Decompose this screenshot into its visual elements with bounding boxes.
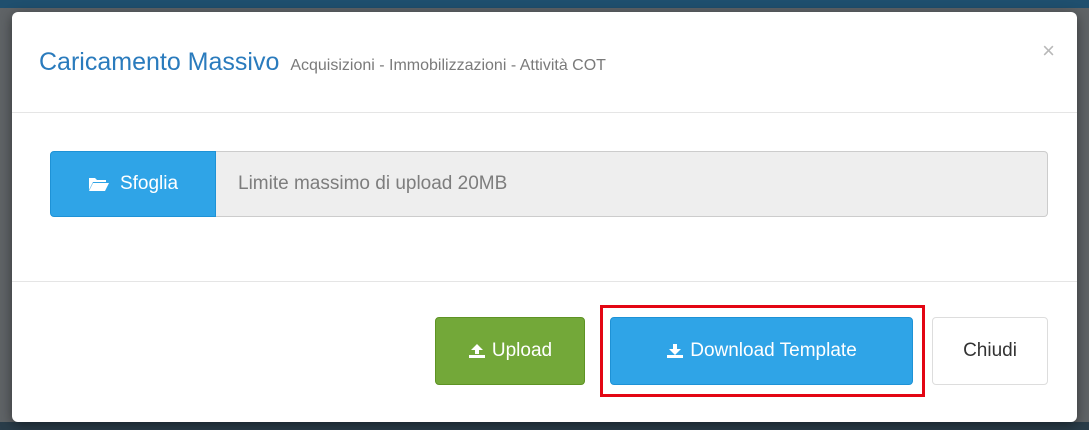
- download-icon: [666, 343, 684, 359]
- browse-button[interactable]: Sfoglia: [50, 151, 216, 217]
- backdrop-top: [0, 0, 1089, 8]
- modal-body: Sfoglia Limite massimo di upload 20MB: [12, 113, 1077, 282]
- download-template-button[interactable]: Download Template: [610, 317, 913, 385]
- backdrop-bottom: [0, 422, 1089, 430]
- file-path-placeholder: Limite massimo di upload 20MB: [238, 173, 508, 194]
- folder-open-icon: [88, 176, 110, 192]
- upload-button-label: Upload: [491, 340, 553, 361]
- download-template-button-label: Download Template: [690, 340, 857, 361]
- upload-button[interactable]: Upload: [435, 317, 585, 385]
- bulk-upload-modal: Caricamento Massivo Acquisizioni - Immob…: [12, 12, 1077, 422]
- modal-footer: Upload Download Template Chiudi: [12, 282, 1077, 422]
- file-path-field[interactable]: Limite massimo di upload 20MB: [216, 151, 1048, 217]
- modal-subtitle: Acquisizioni - Immobilizzazioni - Attivi…: [290, 57, 606, 74]
- modal-title-text: Caricamento Massivo: [39, 48, 280, 76]
- modal-header: Caricamento Massivo Acquisizioni - Immob…: [12, 12, 1077, 113]
- close-icon[interactable]: ×: [1042, 40, 1055, 62]
- close-button-label: Chiudi: [963, 340, 1017, 361]
- file-input-group: Sfoglia Limite massimo di upload 20MB: [50, 151, 1048, 217]
- modal-title: Caricamento Massivo Acquisizioni - Immob…: [39, 48, 606, 77]
- browse-button-label: Sfoglia: [119, 173, 179, 194]
- upload-icon: [468, 343, 486, 359]
- close-button[interactable]: Chiudi: [932, 317, 1048, 385]
